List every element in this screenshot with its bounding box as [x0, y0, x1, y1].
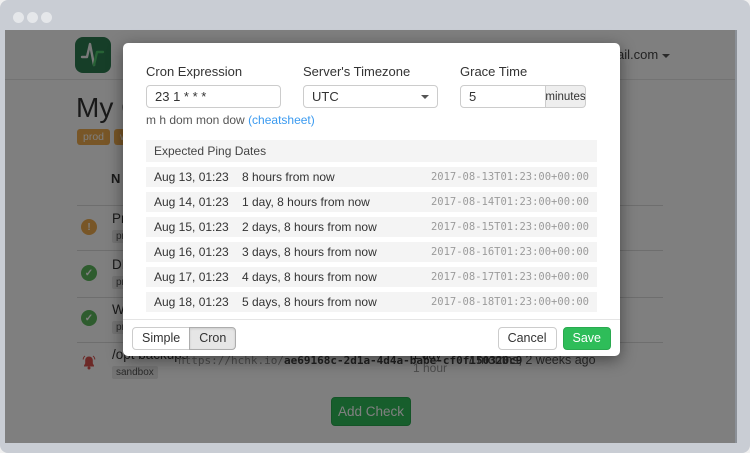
modal-body: Cron Expression Server's Timezone UTC Gr… — [123, 43, 620, 312]
cron-helper-text: m h dom mon dow (cheatsheet) — [146, 113, 597, 127]
expected-ping-dates-table: Expected Ping Dates Aug 13, 01:23 8 hour… — [146, 140, 597, 312]
cron-mode-button[interactable]: Cron — [189, 327, 236, 350]
timezone-selected-value: UTC — [312, 89, 339, 104]
grace-unit-addon: minutes — [546, 85, 586, 108]
save-button[interactable]: Save — [563, 327, 612, 350]
ping-row: Aug 18, 01:23 5 days, 8 hours from now 2… — [146, 292, 597, 312]
ping-date: Aug 14, 01:23 — [154, 195, 242, 209]
ping-iso-timestamp: 2017-08-14T01:23:00+00:00 — [431, 196, 589, 208]
ping-date: Aug 15, 01:23 — [154, 220, 242, 234]
grace-input-group: minutes — [460, 85, 586, 108]
ping-date: Aug 13, 01:23 — [154, 170, 242, 184]
cron-expression-input[interactable] — [146, 85, 281, 108]
field-row: Cron Expression Server's Timezone UTC Gr… — [146, 64, 597, 108]
ping-iso-timestamp: 2017-08-13T01:23:00+00:00 — [431, 171, 589, 183]
ping-relative: 3 days, 8 hours from now — [242, 245, 431, 259]
screenshot: ail.com My Checks prod work N ! Pr pr ✓ … — [0, 0, 750, 453]
ping-date: Aug 18, 01:23 — [154, 295, 242, 309]
ping-row: Aug 14, 01:23 1 day, 8 hours from now 20… — [146, 192, 597, 212]
window-dot[interactable] — [13, 12, 24, 23]
ping-row: Aug 17, 01:23 4 days, 8 hours from now 2… — [146, 267, 597, 287]
simple-mode-button[interactable]: Simple — [132, 327, 190, 350]
modal-footer: Simple Cron Cancel Save — [123, 319, 620, 356]
cancel-button[interactable]: Cancel — [498, 327, 557, 350]
window-dot[interactable] — [27, 12, 38, 23]
ping-iso-timestamp: 2017-08-15T01:23:00+00:00 — [431, 221, 589, 233]
ping-table-title: Expected Ping Dates — [146, 140, 597, 162]
ping-iso-timestamp: 2017-08-18T01:23:00+00:00 — [431, 296, 589, 308]
cheatsheet-link[interactable]: (cheatsheet) — [248, 113, 315, 127]
ping-iso-timestamp: 2017-08-16T01:23:00+00:00 — [431, 246, 589, 258]
ping-row: Aug 13, 01:23 8 hours from now 2017-08-1… — [146, 167, 597, 187]
ping-relative: 2 days, 8 hours from now — [242, 220, 431, 234]
browser-frame: ail.com My Checks prod work N ! Pr pr ✓ … — [0, 0, 750, 453]
cron-expression-field: Cron Expression — [146, 64, 281, 108]
cron-edit-modal: Cron Expression Server's Timezone UTC Gr… — [123, 43, 620, 356]
window-dot[interactable] — [41, 12, 52, 23]
ping-date: Aug 17, 01:23 — [154, 270, 242, 284]
ping-relative: 1 day, 8 hours from now — [242, 195, 431, 209]
ping-row: Aug 16, 01:23 3 days, 8 hours from now 2… — [146, 242, 597, 262]
ping-iso-timestamp: 2017-08-17T01:23:00+00:00 — [431, 271, 589, 283]
ping-relative: 8 hours from now — [242, 170, 431, 184]
ping-date: Aug 16, 01:23 — [154, 245, 242, 259]
ping-relative: 5 days, 8 hours from now — [242, 295, 431, 309]
timezone-field: Server's Timezone UTC — [303, 64, 438, 108]
cron-expression-label: Cron Expression — [146, 64, 281, 79]
ping-relative: 4 days, 8 hours from now — [242, 270, 431, 284]
timezone-select[interactable]: UTC — [303, 85, 438, 108]
grace-time-label: Grace Time — [460, 64, 586, 79]
timezone-label: Server's Timezone — [303, 64, 438, 79]
cron-format-hint: m h dom mon dow — [146, 113, 245, 127]
grace-time-field: Grace Time minutes — [460, 64, 586, 108]
ping-row: Aug 15, 01:23 2 days, 8 hours from now 2… — [146, 217, 597, 237]
chevron-down-icon — [421, 95, 429, 99]
grace-time-input[interactable] — [460, 85, 546, 108]
